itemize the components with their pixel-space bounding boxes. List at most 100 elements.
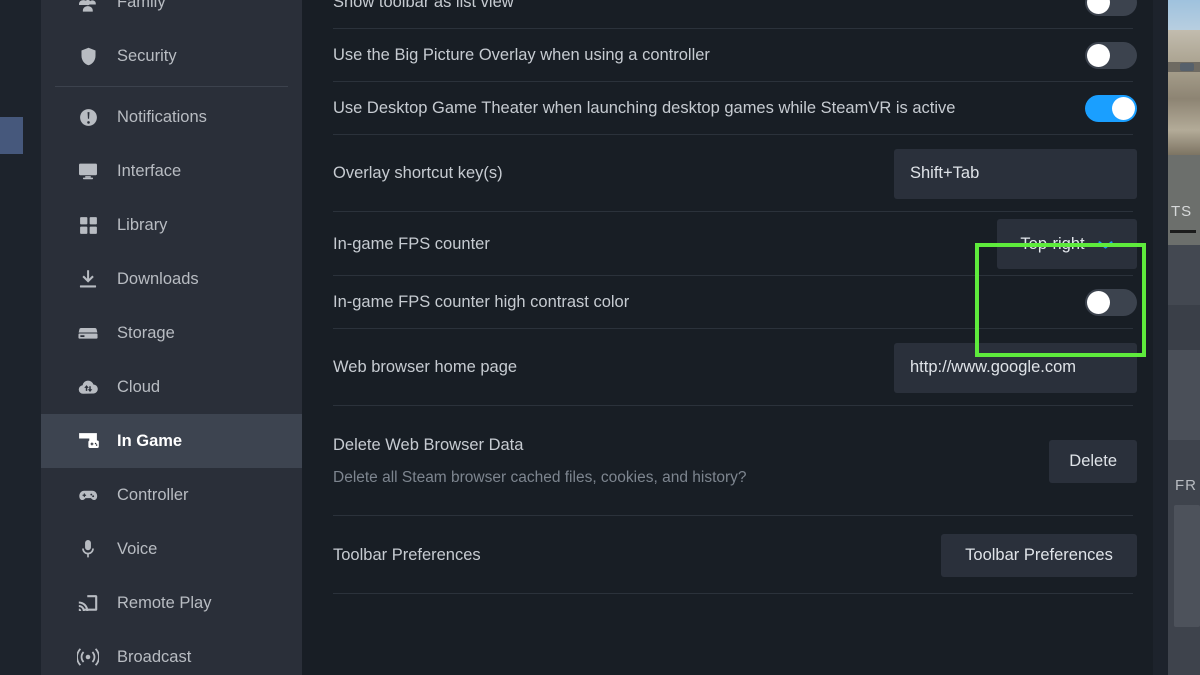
setting-row-in-game-fps-counter-high-contrast-color: In-game FPS counter high contrast color [302,276,1168,329]
sidebar-item-notifications[interactable]: Notifications [41,90,302,144]
sidebar-item-label: Library [117,215,168,234]
setting-label: Overlay shortcut key(s) [333,164,503,182]
input-web-browser-home-page[interactable]: http://www.google.com [894,342,1137,393]
setting-row-web-browser-home-page: Web browser home page http://www.google.c… [302,329,1168,406]
settings-sidebar: Family Security Notifications Interface Libr… [41,0,302,675]
sidebar-item-label: Remote Play [117,593,212,612]
shield-icon [77,45,99,67]
background-terrain [1168,30,1200,155]
sidebar-item-broadcast[interactable]: Broadcast [41,630,302,675]
setting-label: In-game FPS counter [333,234,490,253]
setting-control: Delete [1049,439,1137,483]
setting-label: In-game FPS counter high contrast color [333,293,630,311]
toggle-knob [1087,44,1110,67]
background-text-bottom: FR [1175,477,1197,494]
sidebar-item-label: Downloads [117,269,199,288]
setting-label: Use Desktop Game Theater when launching … [333,99,956,117]
sidebar-nav-list: Family Security Notifications Interface Libr… [41,0,302,675]
toggle-knob [1087,291,1110,314]
background-block-2 [1168,305,1200,350]
background-text-top: TS [1171,203,1193,220]
sidebar-item-library[interactable]: Library [41,198,302,252]
setting-control [1085,95,1137,122]
button-delete[interactable]: Delete [1049,439,1137,483]
settings-rows: Show toolbar as list view Use the Big Pic… [302,0,1168,594]
setting-row-show-toolbar-as-list-view: Show toolbar as list view [302,0,1168,29]
screen-root: Family Security Notifications Interface Libr… [0,0,1200,675]
setting-label-group: Delete Web Browser Data Delete all Steam … [333,436,1049,487]
monitor-icon [77,160,99,182]
sidebar-item-voice[interactable]: Voice [41,522,302,576]
setting-label: Toolbar Preferences [333,545,481,564]
grid-icon [77,214,99,236]
setting-sublabel: Delete all Steam browser cached files, c… [333,468,747,486]
setting-label: Web browser home page [333,358,518,376]
background-card [0,117,23,154]
setting-row-toolbar-preferences: Toolbar Preferences Toolbar Preferences [302,516,1168,594]
toggle-in-game-fps-counter-high-contrast-color[interactable] [1085,289,1137,316]
row-separator [333,593,1133,594]
input-overlay-shortcut-key-s[interactable]: Shift+Tab [894,148,1137,199]
sidebar-item-storage[interactable]: Storage [41,306,302,360]
setting-control: http://www.google.com [894,342,1137,393]
setting-row-overlay-shortcut-key-s: Overlay shortcut key(s) Shift+Tab [302,135,1168,212]
setting-label: Show toolbar as list view [333,0,514,11]
sidebar-item-interface[interactable]: Interface [41,144,302,198]
storage-icon [77,322,99,344]
dropdown-in-game-fps-counter[interactable]: Top-right [997,219,1137,269]
notifications-icon [77,106,99,128]
input-value: Shift+Tab [910,164,980,182]
button-toolbar-preferences[interactable]: Toolbar Preferences [941,533,1137,577]
setting-control: Top-right [997,219,1137,269]
sidebar-divider [55,86,288,87]
sidebar-item-label: Family [117,0,166,11]
toggle-use-desktop-game-theater-when-launching-deskto[interactable] [1085,95,1137,122]
sidebar-item-security[interactable]: Security [41,29,302,83]
sidebar-item-label: Interface [117,161,182,180]
settings-content-panel: Show toolbar as list view Use the Big Pic… [302,0,1168,675]
in-game-icon [77,430,99,452]
desktop-backdrop [0,0,41,675]
sidebar-item-in-game[interactable]: In Game [41,414,302,468]
background-game-window[interactable]: TS FR 7 [1168,0,1200,675]
background-thumbnail-card: 7 [1174,505,1200,627]
background-sky [1168,0,1200,32]
sidebar-item-controller[interactable]: Controller [41,468,302,522]
setting-row-delete-web-browser-data: Delete Web Browser Data Delete all Steam … [302,406,1168,516]
sidebar-item-label: Broadcast [117,647,192,666]
setting-label: Use the Big Picture Overlay when using a… [333,46,710,64]
setting-control: Toolbar Preferences [941,533,1137,577]
sidebar-item-label: In Game [117,431,183,450]
broadcast-icon [77,646,99,668]
toggle-knob [1112,97,1135,120]
sidebar-item-cloud[interactable]: Cloud [41,360,302,414]
sidebar-item-label: Voice [117,539,158,558]
setting-row-use-desktop-game-theater-when-launching-deskto: Use Desktop Game Theater when launching … [302,82,1168,135]
sidebar-item-label: Controller [117,485,189,504]
sidebar-item-label: Storage [117,323,175,342]
setting-control [1085,289,1137,316]
toggle-knob [1087,0,1110,14]
background-block-3 [1168,350,1200,440]
setting-control [1085,0,1137,16]
setting-control [1085,42,1137,69]
setting-row-use-the-big-picture-overlay-when-using-a-contr: Use the Big Picture Overlay when using a… [302,29,1168,82]
toggle-use-the-big-picture-overlay-when-using-a-contr[interactable] [1085,42,1137,69]
sidebar-item-downloads[interactable]: Downloads [41,252,302,306]
input-value: http://www.google.com [910,358,1076,376]
setting-row-in-game-fps-counter: In-game FPS counter Top-right [302,212,1168,276]
family-icon [77,0,99,13]
sidebar-item-family[interactable]: Family [41,0,302,29]
download-icon [77,268,99,290]
setting-label: Delete Web Browser Data [333,435,524,454]
setting-control: Shift+Tab [894,148,1137,199]
background-underline [1170,230,1196,233]
chevron-down-icon [1097,239,1114,250]
sidebar-item-remote-play[interactable]: Remote Play [41,576,302,630]
sidebar-item-label: Security [117,46,177,65]
cloud-sync-icon [77,376,99,398]
background-vehicle [1180,63,1194,71]
gamepad-icon [77,484,99,506]
sidebar-item-label: Cloud [117,377,161,396]
toggle-show-toolbar-as-list-view[interactable] [1085,0,1137,16]
